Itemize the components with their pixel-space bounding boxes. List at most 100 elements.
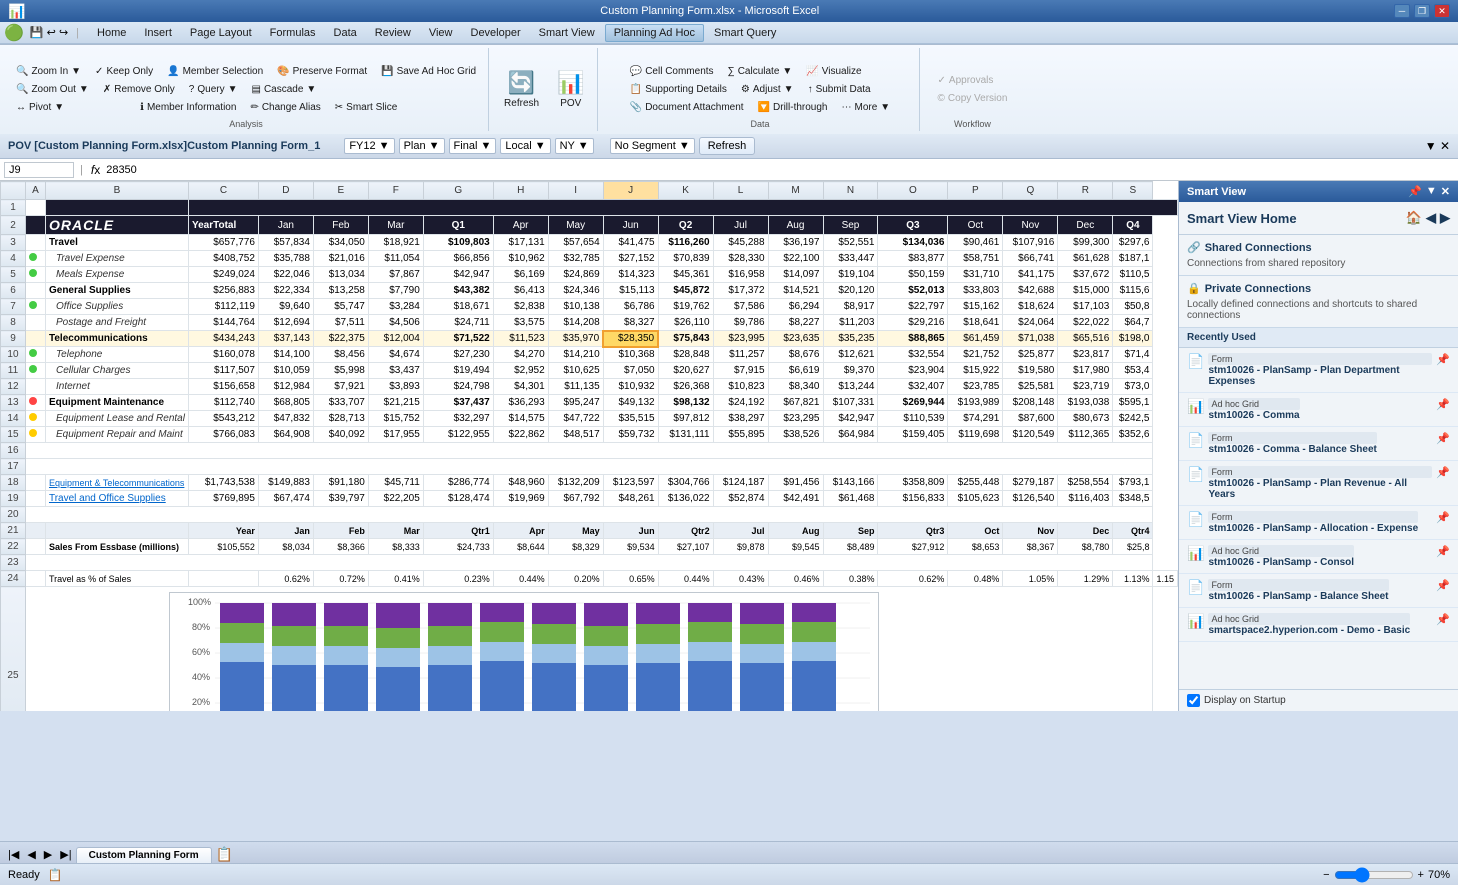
sheet-insert-icon[interactable]: 📋 xyxy=(212,846,237,863)
table-row: 2 ORACLE YearTotal Jan Feb Mar Q1 Apr Ma… xyxy=(1,216,1178,235)
sv-item-grid3-icon: 📊 xyxy=(1187,613,1204,630)
sv-item-7[interactable]: 📊 Ad hoc Grid smartspace2.hyperion.com -… xyxy=(1179,608,1458,642)
sheet-tab-first[interactable]: |◀ xyxy=(4,846,23,863)
zoom-in-icon[interactable]: + xyxy=(1418,869,1424,881)
sv-private-icon: 🔒 xyxy=(1187,282,1201,295)
sv-item-2[interactable]: 📄 Form stm10026 - Comma - Balance Sheet … xyxy=(1179,427,1458,461)
menu-data[interactable]: Data xyxy=(326,25,365,41)
menu-home[interactable]: Home xyxy=(89,25,134,41)
menu-developer[interactable]: Developer xyxy=(463,25,529,41)
status-icon: 📋 xyxy=(48,868,63,882)
menu-smart-query[interactable]: Smart Query xyxy=(706,25,784,41)
sv-item-4[interactable]: 📄 Form stm10026 - PlanSamp - Allocation … xyxy=(1179,506,1458,540)
sv-item-pin-2[interactable]: 📌 xyxy=(1436,432,1450,445)
approvals-btn[interactable]: ✓ Approvals xyxy=(932,72,1000,89)
menu-formulas[interactable]: Formulas xyxy=(262,25,324,41)
table-row: 16 xyxy=(1,443,1178,459)
menu-planning-adhoc[interactable]: Planning Ad Hoc xyxy=(605,24,704,42)
formula-fx[interactable]: fx xyxy=(91,163,100,177)
sv-item-0[interactable]: 📄 Form stm10026 - PlanSamp - Plan Depart… xyxy=(1179,348,1458,393)
col-header-R: R xyxy=(1058,182,1113,200)
sv-item-5[interactable]: 📊 Ad hoc Grid stm10026 - PlanSamp - Cons… xyxy=(1179,540,1458,574)
sv-shared-connections[interactable]: 🔗 Shared Connections Connections from sh… xyxy=(1179,235,1458,276)
cell-comments-btn[interactable]: 💬 Cell Comments xyxy=(624,63,720,80)
sv-item-pin-7[interactable]: 📌 xyxy=(1436,613,1450,626)
zoom-in-btn[interactable]: 🔍 Zoom In ▼ xyxy=(10,63,87,80)
smart-slice-btn[interactable]: ✂ Smart Slice xyxy=(329,99,404,116)
sv-display-startup[interactable]: Display on Startup xyxy=(1179,689,1458,711)
sv-pin-icon[interactable]: 📌 xyxy=(1408,185,1422,198)
more-btn[interactable]: ⋯ More ▼ xyxy=(836,99,897,116)
supporting-details-btn[interactable]: 📋 Supporting Details xyxy=(624,81,733,98)
adjust-btn[interactable]: ⚙ Adjust ▼ xyxy=(735,81,800,98)
grid-wrapper[interactable]: A B C D E F G H I J K L M xyxy=(0,181,1178,711)
spreadsheet-area: A B C D E F G H I J K L M xyxy=(0,181,1178,711)
cascade-btn[interactable]: ▤ Cascade ▼ xyxy=(246,81,323,98)
pov-refresh-btn[interactable]: Refresh xyxy=(699,137,756,155)
sv-item-pin-5[interactable]: 📌 xyxy=(1436,545,1450,558)
menu-smart-view[interactable]: Smart View xyxy=(531,25,603,41)
sv-item-pin-6[interactable]: 📌 xyxy=(1436,579,1450,592)
pov-collapse-btn[interactable]: ▼ ✕ xyxy=(1425,139,1450,153)
pov-final[interactable]: Final ▼ xyxy=(449,138,497,154)
pivot-btn[interactable]: ↔ Pivot ▼ xyxy=(10,99,70,116)
copy-version-btn[interactable]: © Copy Version xyxy=(932,90,1014,107)
pov-local[interactable]: Local ▼ xyxy=(500,138,550,154)
refresh-btn[interactable]: 🔄 Refresh xyxy=(497,65,546,114)
sv-item-pin-1[interactable]: 📌 xyxy=(1436,398,1450,411)
preserve-format-btn[interactable]: 🎨 Preserve Format xyxy=(271,63,373,80)
cell-reference[interactable] xyxy=(4,162,74,178)
pov-btn[interactable]: 📊 POV xyxy=(550,65,591,114)
sv-forward-icon[interactable]: ▶ xyxy=(1440,210,1450,226)
pov-ny[interactable]: NY ▼ xyxy=(555,138,594,154)
zoom-slider[interactable] xyxy=(1334,867,1414,883)
member-info-btn[interactable]: ℹ Member Information xyxy=(134,99,242,116)
sheet-tab-prev[interactable]: ◀ xyxy=(23,846,39,863)
sv-private-connections[interactable]: 🔒 Private Connections Locally defined co… xyxy=(1179,276,1458,328)
sv-item-1[interactable]: 📊 Ad hoc Grid stm10026 - Comma 📌 xyxy=(1179,393,1458,427)
menu-review[interactable]: Review xyxy=(367,25,419,41)
close-btn[interactable]: ✕ xyxy=(1434,4,1450,18)
sv-menu-icon[interactable]: ▼ xyxy=(1426,185,1437,198)
sv-item-pin-0[interactable]: 📌 xyxy=(1436,353,1450,366)
minimize-btn[interactable]: ─ xyxy=(1394,4,1410,18)
sv-item-6[interactable]: 📄 Form stm10026 - PlanSamp - Balance She… xyxy=(1179,574,1458,608)
keep-only-btn[interactable]: ✓ Keep Only xyxy=(89,63,159,80)
menu-insert[interactable]: Insert xyxy=(136,25,180,41)
sheet-tab-custom-planning[interactable]: Custom Planning Form xyxy=(76,847,212,863)
query-btn[interactable]: ? Query ▼ xyxy=(183,81,244,98)
calculate-btn[interactable]: ∑ Calculate ▼ xyxy=(722,63,799,80)
pov-fy12[interactable]: FY12 ▼ xyxy=(344,138,394,154)
zoom-out-btn[interactable]: 🔍 Zoom Out ▼ xyxy=(10,81,95,98)
remove-only-btn[interactable]: ✗ Remove Only xyxy=(97,81,181,98)
menu-page-layout[interactable]: Page Layout xyxy=(182,25,260,41)
save-adhoc-btn[interactable]: 💾 Save Ad Hoc Grid xyxy=(375,63,482,80)
change-alias-btn[interactable]: ✏ Change Alias xyxy=(244,99,326,116)
sheet-tab-last[interactable]: ▶| xyxy=(56,846,75,863)
sv-home-icon[interactable]: 🏠 xyxy=(1406,210,1422,226)
sv-back-icon[interactable]: ◀ xyxy=(1426,210,1436,226)
sv-panel-header: Smart View 📌 ▼ ✕ xyxy=(1179,181,1458,202)
doc-attachment-btn[interactable]: 📎 Document Attachment xyxy=(624,99,750,116)
formula-input[interactable] xyxy=(106,164,1454,176)
table-row: 25 100% 80% 60% 40% 20% 0% xyxy=(1,587,1178,712)
sv-item-3[interactable]: 📄 Form stm10026 - PlanSamp - Plan Revenu… xyxy=(1179,461,1458,506)
zoom-out-icon[interactable]: − xyxy=(1323,869,1329,881)
submit-data-btn[interactable]: ↑ Submit Data xyxy=(802,81,877,98)
member-selection-btn[interactable]: 👤 Member Selection xyxy=(161,63,269,80)
sheet-tab-next[interactable]: ▶ xyxy=(40,846,56,863)
pov-no-segment[interactable]: No Segment ▼ xyxy=(610,138,695,154)
sv-item-pin-3[interactable]: 📌 xyxy=(1436,466,1450,479)
sv-startup-checkbox[interactable] xyxy=(1187,694,1200,707)
pov-plan[interactable]: Plan ▼ xyxy=(399,138,445,154)
visualize-btn[interactable]: 📈 Visualize xyxy=(800,63,867,80)
sv-close-icon[interactable]: ✕ xyxy=(1441,185,1450,198)
sv-item-pin-4[interactable]: 📌 xyxy=(1436,511,1450,524)
menu-view[interactable]: View xyxy=(421,25,461,41)
drill-through-btn[interactable]: 🔽 Drill-through xyxy=(752,99,834,116)
col-header-S: S xyxy=(1113,182,1153,200)
sv-item-grid2-icon: 📊 xyxy=(1187,545,1204,562)
data-group-label: Data xyxy=(600,119,919,129)
chart-svg: 100% 80% 60% 40% 20% 0% xyxy=(170,593,880,711)
restore-btn[interactable]: ❐ xyxy=(1414,4,1430,18)
